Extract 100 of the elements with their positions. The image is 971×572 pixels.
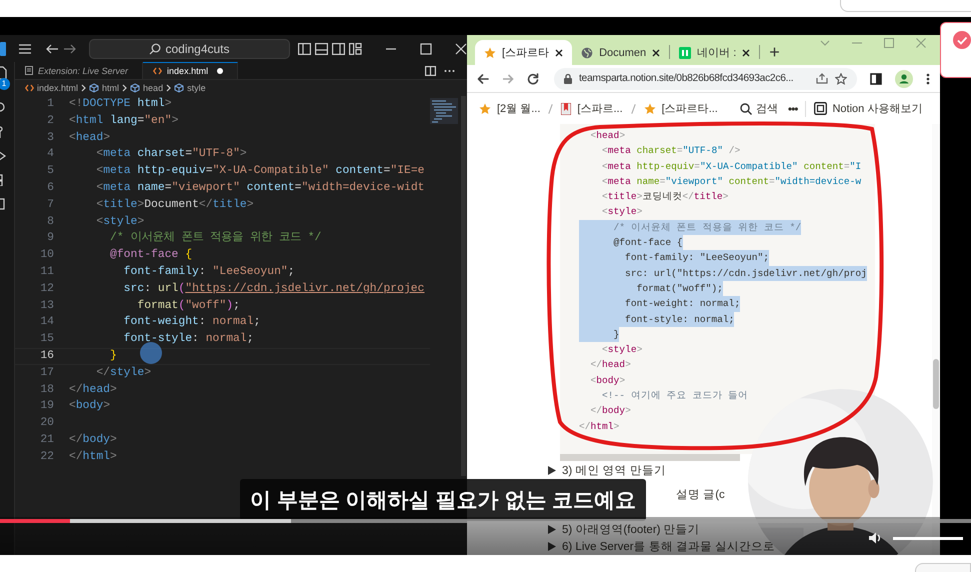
code-line: </body>	[69, 432, 117, 448]
close-icon[interactable]	[555, 48, 564, 56]
toggle-item[interactable]: 3) 메인 영역 만들기	[562, 462, 666, 478]
remote-icon[interactable]	[0, 198, 7, 210]
breadcrumb-item[interactable]: index.html	[37, 83, 78, 93]
cube-icon	[89, 83, 100, 93]
code-line: <meta http-equiv="X-UA-Compatible" content="I	[601, 160, 862, 174]
search-field[interactable]: coding4cuts	[89, 38, 290, 58]
volume-slider[interactable]	[893, 536, 963, 540]
bookmark-icon	[561, 102, 572, 114]
scrollbar-thumb[interactable]	[461, 96, 466, 476]
chevron-icon	[166, 84, 172, 92]
profile-icon[interactable]	[895, 70, 913, 88]
line-number: 7	[46, 198, 54, 213]
line-number: 15	[39, 332, 54, 348]
code-line: src: url("https://cdn.jsdelivr.net/gh/projec	[122, 282, 424, 297]
code-line: <style>	[601, 343, 642, 358]
code-line: </html>	[69, 450, 117, 465]
star-icon	[484, 46, 496, 58]
scrollbar-thumb[interactable]	[933, 359, 939, 409]
code-line: </body>	[590, 404, 631, 418]
line-number: 13	[39, 298, 54, 314]
line-number: 6	[46, 180, 54, 196]
run-icon[interactable]	[0, 150, 7, 162]
chevron-icon	[81, 84, 86, 92]
star-icon[interactable]	[835, 72, 847, 84]
try-notion-link[interactable]: Notion 사용해보기	[814, 101, 922, 116]
toggle-item[interactable]: 5) 아래영역(footer) 만들기	[562, 522, 700, 536]
code-line: font-style: normal;	[122, 332, 254, 348]
search-icon	[740, 102, 752, 114]
panel-layout-icon[interactable]	[298, 42, 311, 54]
toggle-item[interactable]: 6) Live Server를 통해 결과물 실시간으로	[562, 538, 776, 554]
code-line: <html lang="en">	[69, 114, 178, 129]
line-number: 9	[46, 231, 54, 246]
code-line: format("woff");	[136, 298, 240, 314]
share-icon[interactable]	[816, 73, 828, 84]
document-icon	[25, 66, 33, 75]
split-editor-icon[interactable]	[425, 66, 436, 76]
code-line: </style>	[95, 366, 152, 381]
breadcrumb-item[interactable]: [스파르타...	[644, 101, 718, 116]
browser-tab[interactable]: Documen	[572, 40, 670, 65]
forward-icon[interactable]	[63, 42, 77, 54]
line-number: 18	[39, 382, 54, 398]
side-panel-icon[interactable]	[870, 72, 882, 84]
breadcrumb-item[interactable]: [2월 월...	[479, 101, 540, 116]
code-line: <meta name="viewport" content="width=device-w	[601, 174, 862, 189]
search-icon[interactable]	[0, 102, 7, 114]
html-file-icon	[153, 67, 162, 75]
code-line: <head>	[590, 129, 626, 143]
volume-icon[interactable]	[869, 532, 883, 544]
breadcrumb-item[interactable]: style	[187, 83, 206, 93]
line-number: 14	[39, 315, 54, 330]
line-number: 16	[39, 348, 54, 364]
code-line: }	[109, 348, 117, 364]
breadcrumb-item[interactable]: html	[102, 83, 120, 93]
toggle-triangle-icon[interactable]	[548, 466, 556, 474]
line-number: 19	[39, 399, 54, 414]
app-icon	[679, 46, 692, 58]
code-line: <!-- 여기에 주요 코드가 들어	[601, 389, 748, 404]
code-line: <meta http-equiv="X-UA-Compatible" content="IE=e	[95, 164, 425, 180]
line-number: 11	[39, 264, 54, 280]
breadcrumb-item[interactable]: head	[143, 83, 164, 93]
line-number: 10	[39, 248, 54, 264]
kebab-menu-icon[interactable]	[926, 72, 930, 84]
lock-icon	[564, 74, 572, 84]
code-line: <!DOCTYPE html>	[69, 96, 172, 112]
close-icon[interactable]	[652, 48, 660, 56]
browser-tab[interactable]: 네이버 :	[670, 40, 760, 65]
browser-tab[interactable]: [스파르타	[475, 40, 572, 65]
customize-layout-icon[interactable]	[349, 42, 362, 54]
address-bar[interactable]: teamsparta.notion.site/0b826b68fcd34693ac2c6...	[554, 68, 857, 90]
close-icon[interactable]	[742, 48, 750, 56]
panel-layout-icon[interactable]	[332, 42, 345, 54]
line-number: 17	[39, 366, 54, 381]
code-line: font-weight: normal;	[122, 314, 260, 330]
search-button[interactable]: 검색	[740, 101, 778, 116]
code-line: <body>	[590, 374, 626, 388]
back-icon[interactable]	[477, 72, 489, 84]
reload-icon[interactable]	[527, 72, 539, 84]
code-line: <meta name="viewport" content="width=device-widt	[95, 180, 424, 196]
code-line: <meta charset="UTF-8" />	[601, 144, 740, 158]
code-line: <style>	[95, 214, 144, 230]
click-indicator	[140, 342, 162, 364]
editor-tab[interactable]: index.html	[143, 62, 238, 79]
line-number: 2	[46, 114, 54, 129]
panel-layout-icon[interactable]	[315, 42, 328, 54]
code-line: </html>	[579, 420, 620, 434]
code-line: <title>Document</title>	[95, 198, 254, 213]
subtitle-caption: 이 부분은 이해하실 필요가 없는 코드예요	[240, 479, 646, 521]
more-button[interactable]: •••	[788, 102, 798, 116]
files-icon[interactable]	[0, 66, 7, 80]
menu-icon[interactable]	[18, 42, 32, 54]
breadcrumb-item[interactable]: [스파르...	[561, 101, 623, 116]
horizontal-scrollbar[interactable]	[560, 454, 740, 461]
more-icon[interactable]	[444, 68, 455, 72]
maximize-icon[interactable]	[420, 42, 432, 54]
new-tab-button[interactable]: +	[760, 40, 789, 65]
line-number: 5	[46, 164, 54, 180]
logo-icon	[0, 42, 6, 56]
toggle-item[interactable]: 설명 글(c	[676, 486, 725, 502]
